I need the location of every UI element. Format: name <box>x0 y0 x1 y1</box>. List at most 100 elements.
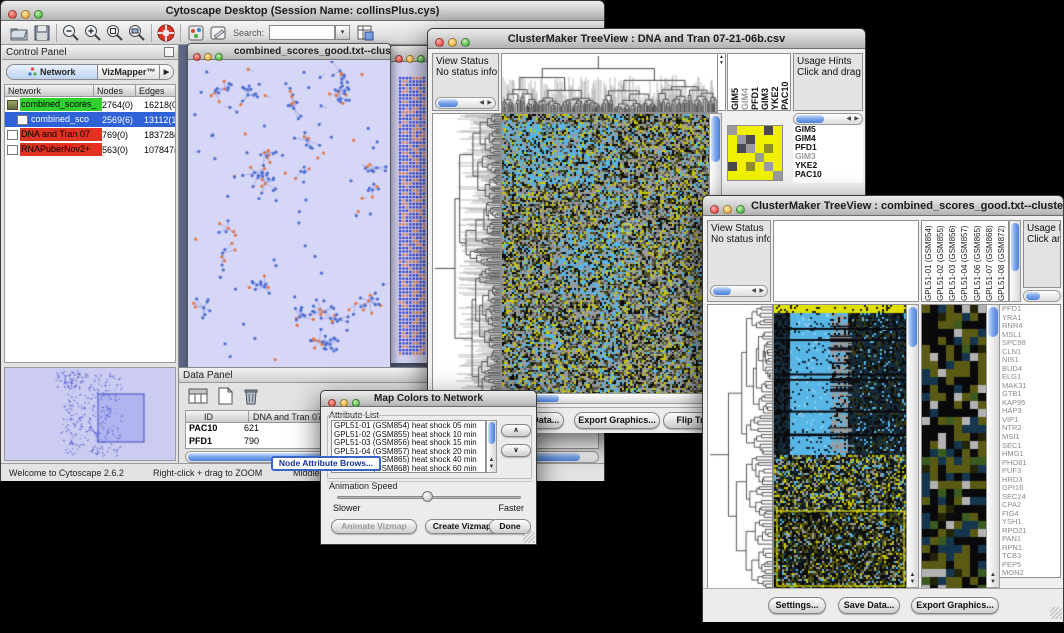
zoom-cell[interactable] <box>746 126 755 135</box>
zoom-cell[interactable] <box>728 144 737 153</box>
network-list-row[interactable]: DNA and Tran 07 769(0) 183728(0) <box>5 127 175 142</box>
tab-network[interactable]: Network <box>6 64 98 80</box>
network-canvas[interactable] <box>188 61 390 369</box>
treeview2-column-labels[interactable]: GPL51-01 (GSM854)GPL51-02 (GSM855)GPL51-… <box>921 220 1009 302</box>
move-down-button[interactable]: ∨ <box>501 444 531 457</box>
zoom-cell[interactable] <box>764 171 773 180</box>
zoom-cell[interactable] <box>746 162 755 171</box>
tab-overflow-arrow[interactable]: ▶ <box>160 64 174 80</box>
minimize-icon[interactable] <box>204 53 212 61</box>
delete-attribute-icon[interactable] <box>241 386 261 406</box>
zoom-cell[interactable] <box>737 144 746 153</box>
dialog-button[interactable]: Create Vizmap <box>425 519 499 534</box>
move-up-button[interactable]: ∧ <box>501 424 531 437</box>
resize-grip[interactable] <box>1050 607 1062 619</box>
zoom-cell[interactable] <box>737 162 746 171</box>
column-label[interactable]: GPL51-07 (GSM868) <box>984 221 996 301</box>
zoom-window-icon[interactable] <box>417 55 425 63</box>
column-labels-scrollbar[interactable] <box>1009 220 1021 302</box>
zoom-cell[interactable] <box>764 162 773 171</box>
minimize-icon[interactable] <box>340 399 348 407</box>
global-heatmap[interactable] <box>501 113 710 394</box>
treeview-button[interactable]: Export Graphics... <box>911 597 999 614</box>
zoom-cell[interactable] <box>755 126 764 135</box>
network-overview-panel[interactable] <box>4 367 176 461</box>
zoom-heatmap[interactable] <box>921 304 987 590</box>
column-label[interactable]: GPL51-04 (GSM857) <box>959 221 971 301</box>
treeview-button[interactable]: Save Data... <box>838 597 900 614</box>
zoom-cell[interactable] <box>755 135 764 144</box>
animation-slider-thumb[interactable] <box>422 491 433 502</box>
search-dropdown-button[interactable]: ▾ <box>335 25 350 40</box>
zoom-fit-icon[interactable] <box>127 23 147 43</box>
zoom-window-icon[interactable] <box>352 399 360 407</box>
treeview2-titlebar[interactable]: ClusterMaker TreeView : combined_scores_… <box>703 196 1063 216</box>
column-label[interactable]: GIM3 <box>760 54 770 110</box>
help-lifebuoy-icon[interactable] <box>156 23 176 43</box>
new-attribute-icon[interactable] <box>215 386 235 406</box>
zoom-cell[interactable] <box>773 135 782 144</box>
zoom-cell[interactable] <box>755 162 764 171</box>
float-panel-icon[interactable] <box>164 47 174 57</box>
treeview-button[interactable]: Settings... <box>768 597 826 614</box>
view-status-scrollbar[interactable]: ◀▶ <box>710 285 768 297</box>
minimize-icon[interactable] <box>21 10 30 19</box>
row-label[interactable]: PAC10 <box>793 170 863 179</box>
zoom-cell[interactable] <box>728 171 737 180</box>
column-dendrogram[interactable] <box>501 53 718 113</box>
select-attributes-icon[interactable] <box>187 386 207 406</box>
zoom-vscrollbar[interactable]: ▲▼ <box>986 304 1000 588</box>
annotation-icon[interactable] <box>208 23 228 43</box>
close-icon[interactable] <box>435 38 444 47</box>
zoom-cell[interactable] <box>764 126 773 135</box>
global-heatmap[interactable] <box>773 304 908 590</box>
column-label[interactable]: YKE2 <box>770 54 780 110</box>
minimize-icon[interactable] <box>406 55 414 63</box>
dialog-button[interactable]: Animate Vizmap <box>331 519 417 534</box>
zoom-cell[interactable] <box>746 153 755 162</box>
zoom-cell[interactable] <box>755 144 764 153</box>
zoom-cell[interactable] <box>773 153 782 162</box>
usage-hints-scrollbar[interactable] <box>1023 290 1061 302</box>
gene-label-list[interactable]: PFD1YRA1RNR4MSL1SPC98CLN1NIS1BUD4ELG1MAK… <box>1000 304 1061 578</box>
import-table-icon[interactable] <box>355 23 375 43</box>
zoom-cell[interactable] <box>728 162 737 171</box>
network-overview-canvas[interactable] <box>5 368 175 460</box>
heatmap-vscrollbar[interactable]: ▲▼ <box>906 304 919 588</box>
zoom-cell[interactable] <box>746 144 755 153</box>
zoom-selected-icon[interactable] <box>105 23 125 43</box>
zoom-window-icon[interactable] <box>215 53 223 61</box>
zoom-cell[interactable] <box>764 135 773 144</box>
vizmapper-icon[interactable] <box>186 23 206 43</box>
attribute-item[interactable]: GPL51-01 (GSM854) heat shock 05 min <box>334 422 485 431</box>
column-label[interactable]: PFD1 <box>750 54 760 110</box>
row-dendrogram[interactable] <box>432 113 501 403</box>
zoom-in-icon[interactable] <box>83 23 103 43</box>
window-controls[interactable] <box>8 6 47 16</box>
row-dendrogram[interactable] <box>707 304 773 590</box>
view-status-scrollbar[interactable]: ◀▶ <box>435 97 496 109</box>
zoom-cell[interactable] <box>773 171 782 180</box>
zoom-cell[interactable] <box>773 126 782 135</box>
search-input[interactable] <box>269 25 335 40</box>
zoom-cell[interactable] <box>773 144 782 153</box>
column-label[interactable]: GIM5 <box>730 54 740 110</box>
save-session-icon[interactable] <box>32 23 52 43</box>
tab-vizmapper[interactable]: VizMapper™ <box>98 64 160 80</box>
zoom-out-icon[interactable] <box>61 23 81 43</box>
treeview1-row-labels[interactable]: GIM5GIM4PFD1GIM3YKE2PAC10 <box>793 125 863 183</box>
treeview1-column-labels[interactable]: GIM5GIM4PFD1GIM3YKE2PAC10 <box>727 53 791 111</box>
zoom-cell[interactable] <box>755 171 764 180</box>
zoom-heatmap[interactable] <box>727 125 783 181</box>
zoom-cell[interactable] <box>737 153 746 162</box>
network-list-row[interactable]: RNAPuberNov2+ 563(0) 107847(0) <box>5 142 175 157</box>
column-label[interactable]: GIM4 <box>740 54 750 110</box>
zoom-window-icon[interactable] <box>34 10 43 19</box>
cytoscape-titlebar[interactable]: Cytoscape Desktop (Session Name: collins… <box>1 1 604 21</box>
zoom-cell[interactable] <box>737 171 746 180</box>
minimize-icon[interactable] <box>448 38 457 47</box>
column-label[interactable]: PAC10 <box>780 54 790 110</box>
column-label[interactable]: GPL51-08 (GSM872) <box>996 221 1008 301</box>
network-list-row[interactable]: combined_scores_ 2764(0) 16218(0) <box>5 97 175 112</box>
resize-grip[interactable] <box>523 531 535 543</box>
